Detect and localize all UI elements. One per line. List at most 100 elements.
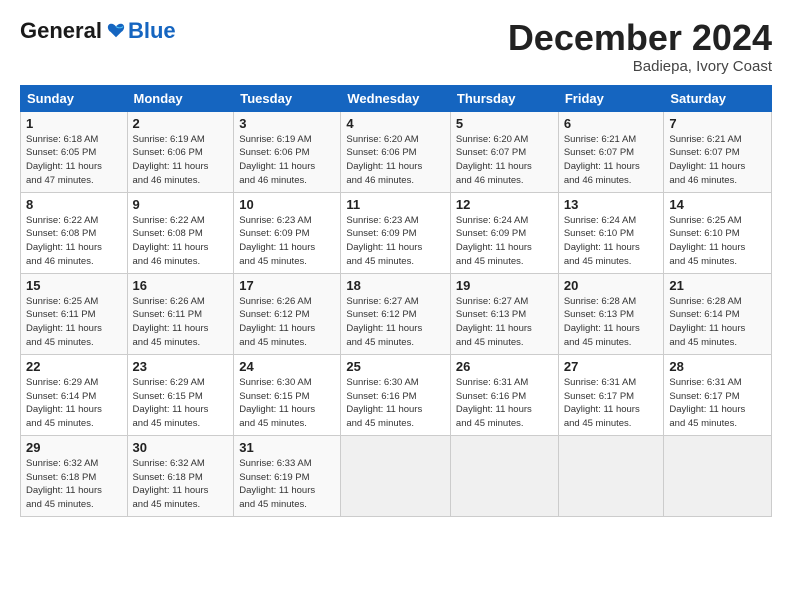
day-info: Sunrise: 6:23 AM Sunset: 6:09 PM Dayligh… [346, 214, 445, 269]
table-row: 1 Sunrise: 6:18 AM Sunset: 6:05 PM Daylig… [21, 111, 128, 192]
day-number: 22 [26, 359, 122, 374]
day-number: 24 [239, 359, 335, 374]
table-row: 7 Sunrise: 6:21 AM Sunset: 6:07 PM Daylig… [664, 111, 772, 192]
day-info: Sunrise: 6:18 AM Sunset: 6:05 PM Dayligh… [26, 133, 122, 188]
day-number: 1 [26, 116, 122, 131]
day-number: 29 [26, 440, 122, 455]
day-info: Sunrise: 6:20 AM Sunset: 6:07 PM Dayligh… [456, 133, 553, 188]
month-title: December 2024 [508, 18, 772, 58]
table-row: 11 Sunrise: 6:23 AM Sunset: 6:09 PM Dayli… [341, 192, 451, 273]
day-number: 13 [564, 197, 659, 212]
table-row: 15 Sunrise: 6:25 AM Sunset: 6:11 PM Dayli… [21, 273, 128, 354]
day-info: Sunrise: 6:31 AM Sunset: 6:17 PM Dayligh… [564, 376, 659, 431]
table-row: 22Sunrise: 6:29 AM Sunset: 6:14 PM Dayli… [21, 354, 128, 435]
calendar-week-row: 29 Sunrise: 6:32 AM Sunset: 6:18 PM Dayli… [21, 435, 772, 516]
day-number: 3 [239, 116, 335, 131]
day-info: Sunrise: 6:31 AM Sunset: 6:17 PM Dayligh… [669, 376, 766, 431]
col-wednesday: Wednesday [341, 85, 451, 111]
day-number: 30 [133, 440, 229, 455]
day-info: Sunrise: 6:21 AM Sunset: 6:07 PM Dayligh… [564, 133, 659, 188]
day-info: Sunrise: 6:22 AM Sunset: 6:08 PM Dayligh… [133, 214, 229, 269]
table-row: 25Sunrise: 6:30 AM Sunset: 6:16 PM Dayli… [341, 354, 451, 435]
day-info: Sunrise: 6:23 AM Sunset: 6:09 PM Dayligh… [239, 214, 335, 269]
table-row: 5 Sunrise: 6:20 AM Sunset: 6:07 PM Daylig… [450, 111, 558, 192]
day-info: Sunrise: 6:24 AM Sunset: 6:09 PM Dayligh… [456, 214, 553, 269]
day-info: Sunrise: 6:29 AM Sunset: 6:15 PM Dayligh… [133, 376, 229, 431]
col-sunday: Sunday [21, 85, 128, 111]
calendar-week-row: 15 Sunrise: 6:25 AM Sunset: 6:11 PM Dayli… [21, 273, 772, 354]
bird-icon [107, 22, 125, 40]
table-row: 9 Sunrise: 6:22 AM Sunset: 6:08 PM Daylig… [127, 192, 234, 273]
day-number: 11 [346, 197, 445, 212]
day-number: 12 [456, 197, 553, 212]
day-info: Sunrise: 6:19 AM Sunset: 6:06 PM Dayligh… [133, 133, 229, 188]
day-info: Sunrise: 6:28 AM Sunset: 6:13 PM Dayligh… [564, 295, 659, 350]
day-info: Sunrise: 6:21 AM Sunset: 6:07 PM Dayligh… [669, 133, 766, 188]
table-row: 29 Sunrise: 6:32 AM Sunset: 6:18 PM Dayli… [21, 435, 128, 516]
day-number: 4 [346, 116, 445, 131]
day-number: 16 [133, 278, 229, 293]
table-row: 10 Sunrise: 6:23 AM Sunset: 6:09 PM Dayli… [234, 192, 341, 273]
day-info: Sunrise: 6:27 AM Sunset: 6:13 PM Dayligh… [456, 295, 553, 350]
logo-blue: Blue [128, 18, 176, 44]
table-row: 20 Sunrise: 6:28 AM Sunset: 6:13 PM Dayli… [558, 273, 664, 354]
day-number: 10 [239, 197, 335, 212]
calendar-week-row: 8Sunrise: 6:22 AM Sunset: 6:08 PM Daylig… [21, 192, 772, 273]
day-number: 15 [26, 278, 122, 293]
table-row: 31 Sunrise: 6:33 AM Sunset: 6:19 PM Dayli… [234, 435, 341, 516]
day-info: Sunrise: 6:32 AM Sunset: 6:18 PM Dayligh… [26, 457, 122, 512]
day-number: 31 [239, 440, 335, 455]
day-info: Sunrise: 6:30 AM Sunset: 6:15 PM Dayligh… [239, 376, 335, 431]
table-row: 13 Sunrise: 6:24 AM Sunset: 6:10 PM Dayli… [558, 192, 664, 273]
col-friday: Friday [558, 85, 664, 111]
day-info: Sunrise: 6:30 AM Sunset: 6:16 PM Dayligh… [346, 376, 445, 431]
day-info: Sunrise: 6:33 AM Sunset: 6:19 PM Dayligh… [239, 457, 335, 512]
table-row: 14 Sunrise: 6:25 AM Sunset: 6:10 PM Dayli… [664, 192, 772, 273]
table-row [558, 435, 664, 516]
location: Badiepa, Ivory Coast [508, 58, 772, 75]
calendar-week-row: 1 Sunrise: 6:18 AM Sunset: 6:05 PM Daylig… [21, 111, 772, 192]
day-info: Sunrise: 6:22 AM Sunset: 6:08 PM Dayligh… [26, 214, 122, 269]
col-thursday: Thursday [450, 85, 558, 111]
table-row: 2 Sunrise: 6:19 AM Sunset: 6:06 PM Daylig… [127, 111, 234, 192]
table-row: 24 Sunrise: 6:30 AM Sunset: 6:15 PM Dayli… [234, 354, 341, 435]
day-info: Sunrise: 6:25 AM Sunset: 6:10 PM Dayligh… [669, 214, 766, 269]
day-number: 20 [564, 278, 659, 293]
col-tuesday: Tuesday [234, 85, 341, 111]
day-info: Sunrise: 6:19 AM Sunset: 6:06 PM Dayligh… [239, 133, 335, 188]
day-number: 28 [669, 359, 766, 374]
col-saturday: Saturday [664, 85, 772, 111]
table-row: 21Sunrise: 6:28 AM Sunset: 6:14 PM Dayli… [664, 273, 772, 354]
day-number: 6 [564, 116, 659, 131]
day-number: 17 [239, 278, 335, 293]
day-number: 5 [456, 116, 553, 131]
table-row: 23Sunrise: 6:29 AM Sunset: 6:15 PM Dayli… [127, 354, 234, 435]
table-row: 30Sunrise: 6:32 AM Sunset: 6:18 PM Dayli… [127, 435, 234, 516]
table-row: 28 Sunrise: 6:31 AM Sunset: 6:17 PM Dayli… [664, 354, 772, 435]
day-number: 9 [133, 197, 229, 212]
day-number: 27 [564, 359, 659, 374]
table-row: 6 Sunrise: 6:21 AM Sunset: 6:07 PM Daylig… [558, 111, 664, 192]
table-row: 27 Sunrise: 6:31 AM Sunset: 6:17 PM Dayli… [558, 354, 664, 435]
day-number: 26 [456, 359, 553, 374]
day-info: Sunrise: 6:20 AM Sunset: 6:06 PM Dayligh… [346, 133, 445, 188]
calendar-week-row: 22Sunrise: 6:29 AM Sunset: 6:14 PM Dayli… [21, 354, 772, 435]
day-info: Sunrise: 6:26 AM Sunset: 6:12 PM Dayligh… [239, 295, 335, 350]
calendar: Sunday Monday Tuesday Wednesday Thursday… [20, 85, 772, 517]
day-info: Sunrise: 6:24 AM Sunset: 6:10 PM Dayligh… [564, 214, 659, 269]
day-info: Sunrise: 6:27 AM Sunset: 6:12 PM Dayligh… [346, 295, 445, 350]
logo-text: General Blue [20, 18, 176, 44]
table-row: 16 Sunrise: 6:26 AM Sunset: 6:11 PM Dayli… [127, 273, 234, 354]
title-block: December 2024 Badiepa, Ivory Coast [508, 18, 772, 75]
table-row: 19Sunrise: 6:27 AM Sunset: 6:13 PM Dayli… [450, 273, 558, 354]
page: General Blue December 2024 Badiepa, Ivor… [0, 0, 792, 612]
logo-general: General [20, 18, 102, 44]
header: General Blue December 2024 Badiepa, Ivor… [20, 18, 772, 75]
day-info: Sunrise: 6:26 AM Sunset: 6:11 PM Dayligh… [133, 295, 229, 350]
col-monday: Monday [127, 85, 234, 111]
day-number: 2 [133, 116, 229, 131]
day-info: Sunrise: 6:25 AM Sunset: 6:11 PM Dayligh… [26, 295, 122, 350]
day-number: 7 [669, 116, 766, 131]
day-number: 14 [669, 197, 766, 212]
table-row [450, 435, 558, 516]
